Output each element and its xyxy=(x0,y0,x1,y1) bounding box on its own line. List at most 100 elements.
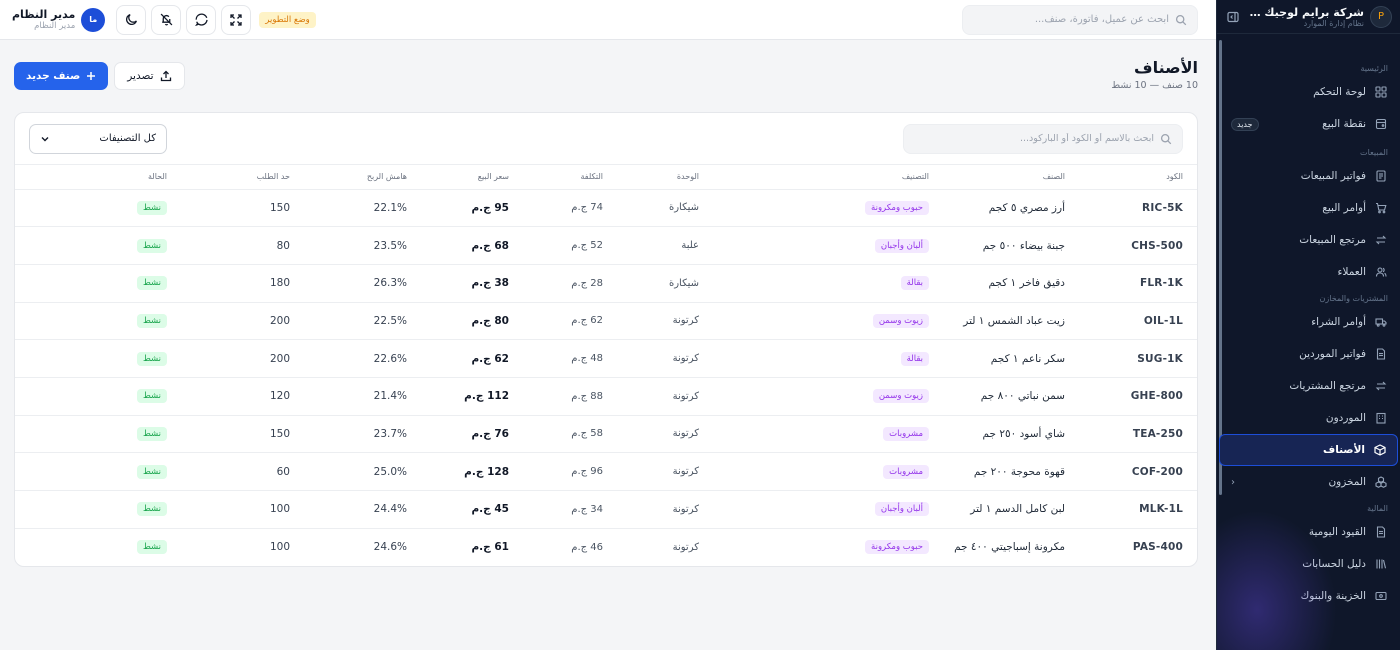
sidebar-item-inventory[interactable]: المخزون ‹ xyxy=(1219,466,1398,498)
page-title: الأصناف xyxy=(1134,58,1198,77)
sidebar-item-label: الأصناف xyxy=(1323,444,1365,456)
cell-price: 38 ج.م xyxy=(411,264,513,303)
sidebar-item-sales-invoices[interactable]: فواتير المبيعات xyxy=(1219,160,1398,192)
sidebar-item-suppliers[interactable]: الموردون xyxy=(1219,402,1398,434)
cell-category: بقالة xyxy=(703,264,933,303)
cell-category: مشروبات xyxy=(703,415,933,454)
company-logo-icon: P xyxy=(1370,5,1392,28)
col-header-price[interactable]: سعر البيع xyxy=(411,165,513,190)
items-search-input[interactable] xyxy=(914,133,1154,144)
cart-icon xyxy=(1374,201,1388,215)
document-icon xyxy=(1374,525,1388,539)
col-header-status[interactable]: الحالة xyxy=(15,165,171,190)
sidebar-item-sales-orders[interactable]: أوامر البيع xyxy=(1219,192,1398,224)
sidebar-item-customers[interactable]: العملاء xyxy=(1219,256,1398,288)
cell-code: RIC-5K xyxy=(1069,189,1197,228)
col-header-min[interactable]: حد الطلب xyxy=(171,165,294,190)
collapse-sidebar-icon[interactable] xyxy=(1225,9,1241,25)
sidebar-item-label: الخزينة والبنوك xyxy=(1300,590,1366,602)
cell-margin: 24.4% xyxy=(294,490,411,529)
sidebar-item-label: فواتير المبيعات xyxy=(1300,170,1366,182)
sidebar-item-journal[interactable]: القيود اليومية xyxy=(1219,516,1398,548)
cell-cost: 88 ج.م xyxy=(513,377,607,416)
chevron-down-icon xyxy=(40,134,50,144)
export-label: تصدير xyxy=(127,70,154,82)
status-badge: نشط xyxy=(136,464,167,479)
notifications-button[interactable] xyxy=(151,4,182,35)
table-row[interactable]: FLR-1K دقيق فاخر ١ كجم بقالة شيكارة 28 ج… xyxy=(15,264,1197,303)
sidebar-item-label: لوحة التحكم xyxy=(1313,86,1366,98)
cell-status: نشط xyxy=(15,415,171,454)
category-select[interactable]: كل التصنيفات xyxy=(29,123,167,154)
page-actions: تصدير صنف جديد xyxy=(14,62,185,90)
export-button[interactable]: تصدير xyxy=(114,62,185,90)
cell-cost: 58 ج.م xyxy=(513,415,607,454)
library-icon xyxy=(1374,557,1388,571)
sidebar-item-label: مرتجع المشتريات xyxy=(1289,380,1366,392)
cell-unit: شيكارة xyxy=(607,264,703,303)
search-icon xyxy=(1160,133,1172,145)
cell-code: COF-200 xyxy=(1069,452,1197,491)
cell-min: 150 xyxy=(171,189,294,228)
sidebar-item-label: الموردون xyxy=(1325,412,1366,424)
theme-toggle-button[interactable] xyxy=(116,4,147,35)
cell-unit: كرتونة xyxy=(607,339,703,378)
table-row[interactable]: GHE-800 سمن نباتي ٨٠٠ جم زيوت وسمن كرتون… xyxy=(15,377,1197,416)
col-header-margin[interactable]: هامش الربح xyxy=(294,165,411,190)
cell-unit: كرتونة xyxy=(607,415,703,454)
cell-price: 95 ج.م xyxy=(411,189,513,228)
cell-name: جبنة بيضاء ٥٠٠ جم xyxy=(933,226,1069,265)
cell-code: OIL-1L xyxy=(1069,302,1197,341)
cell-min: 60 xyxy=(171,452,294,491)
table-row[interactable]: CHS-500 جبنة بيضاء ٥٠٠ جم ألبان وأجبان ع… xyxy=(15,226,1197,265)
chevron-left-icon[interactable]: ‹ xyxy=(1231,477,1235,488)
truck-icon xyxy=(1374,315,1388,329)
sidebar-item-purchase-returns[interactable]: مرتجع المشتريات xyxy=(1219,370,1398,402)
global-search[interactable] xyxy=(962,4,1198,35)
messages-button[interactable] xyxy=(186,4,217,35)
building-icon xyxy=(1374,411,1388,425)
invoice-icon xyxy=(1374,169,1388,183)
sidebar-item-purchase-orders[interactable]: أوامر الشراء xyxy=(1219,306,1398,338)
sidebar-item-label: القيود اليومية xyxy=(1308,526,1366,538)
cell-min: 200 xyxy=(171,302,294,341)
col-header-category[interactable]: التصنيف xyxy=(703,165,933,190)
cell-unit: كرتونة xyxy=(607,490,703,529)
chat-bubble-icon xyxy=(194,13,208,26)
sidebar-item-items[interactable]: الأصناف xyxy=(1219,434,1398,466)
cell-code: FLR-1K xyxy=(1069,264,1197,303)
table-row[interactable]: MLK-1L لبن كامل الدسم ١ لتر ألبان وأجبان… xyxy=(15,490,1197,529)
sidebar-item-dashboard[interactable]: لوحة التحكم xyxy=(1219,76,1398,108)
items-search[interactable] xyxy=(903,123,1183,154)
col-header-code[interactable]: الكود xyxy=(1069,165,1197,190)
sidebar-item-pos[interactable]: نقطة البيع جديد xyxy=(1219,108,1398,140)
table-row[interactable]: OIL-1L زيت عباد الشمس ١ لتر زيوت وسمن كر… xyxy=(15,302,1197,341)
sidebar-item-supplier-invoices[interactable]: فواتير الموردين xyxy=(1219,338,1398,370)
fullscreen-button[interactable] xyxy=(221,4,252,35)
new-item-button[interactable]: صنف جديد xyxy=(14,62,109,90)
cell-status: نشط xyxy=(15,528,171,566)
table-row[interactable]: SUG-1K سكر ناعم ١ كجم بقالة كرتونة 48 ج.… xyxy=(15,339,1197,378)
cell-name: قهوة محوجة ٢٠٠ جم xyxy=(933,452,1069,491)
table-row[interactable]: PAS-400 مكرونة إسباجيتي ٤٠٠ جم حبوب ومكر… xyxy=(15,528,1197,566)
category-chip: حبوب ومكرونة xyxy=(865,540,929,555)
sidebar-item-sales-returns[interactable]: مرتجع المبيعات xyxy=(1219,224,1398,256)
cell-min: 100 xyxy=(171,490,294,529)
cell-category: حبوب ومكرونة xyxy=(703,189,933,228)
swap-arrows-icon xyxy=(1374,233,1388,247)
cell-cost: 34 ج.م xyxy=(513,490,607,529)
col-header-unit[interactable]: الوحدة xyxy=(607,165,703,190)
cell-status: نشط xyxy=(15,302,171,341)
cell-min: 200 xyxy=(171,339,294,378)
table-row[interactable]: COF-200 قهوة محوجة ٢٠٠ جم مشروبات كرتونة… xyxy=(15,452,1197,491)
table-row[interactable]: TEA-250 شاي أسود ٢٥٠ جم مشروبات كرتونة 5… xyxy=(15,415,1197,454)
cell-category: ألبان وأجبان xyxy=(703,226,933,265)
col-header-cost[interactable]: التكلفة xyxy=(513,165,607,190)
table-row[interactable]: RIC-5K أرز مصري ٥ كجم حبوب ومكرونة شيكار… xyxy=(15,189,1197,228)
sidebar-item-accounts[interactable]: دليل الحسابات xyxy=(1219,548,1398,580)
user-name: مدير النظام xyxy=(12,8,76,21)
user-menu[interactable]: ما مدير النظام مدير النظام xyxy=(12,7,106,32)
sidebar-item-treasury[interactable]: الخزينة والبنوك xyxy=(1219,580,1398,612)
global-search-input[interactable] xyxy=(973,14,1169,25)
col-header-name[interactable]: الصنف xyxy=(933,165,1069,190)
